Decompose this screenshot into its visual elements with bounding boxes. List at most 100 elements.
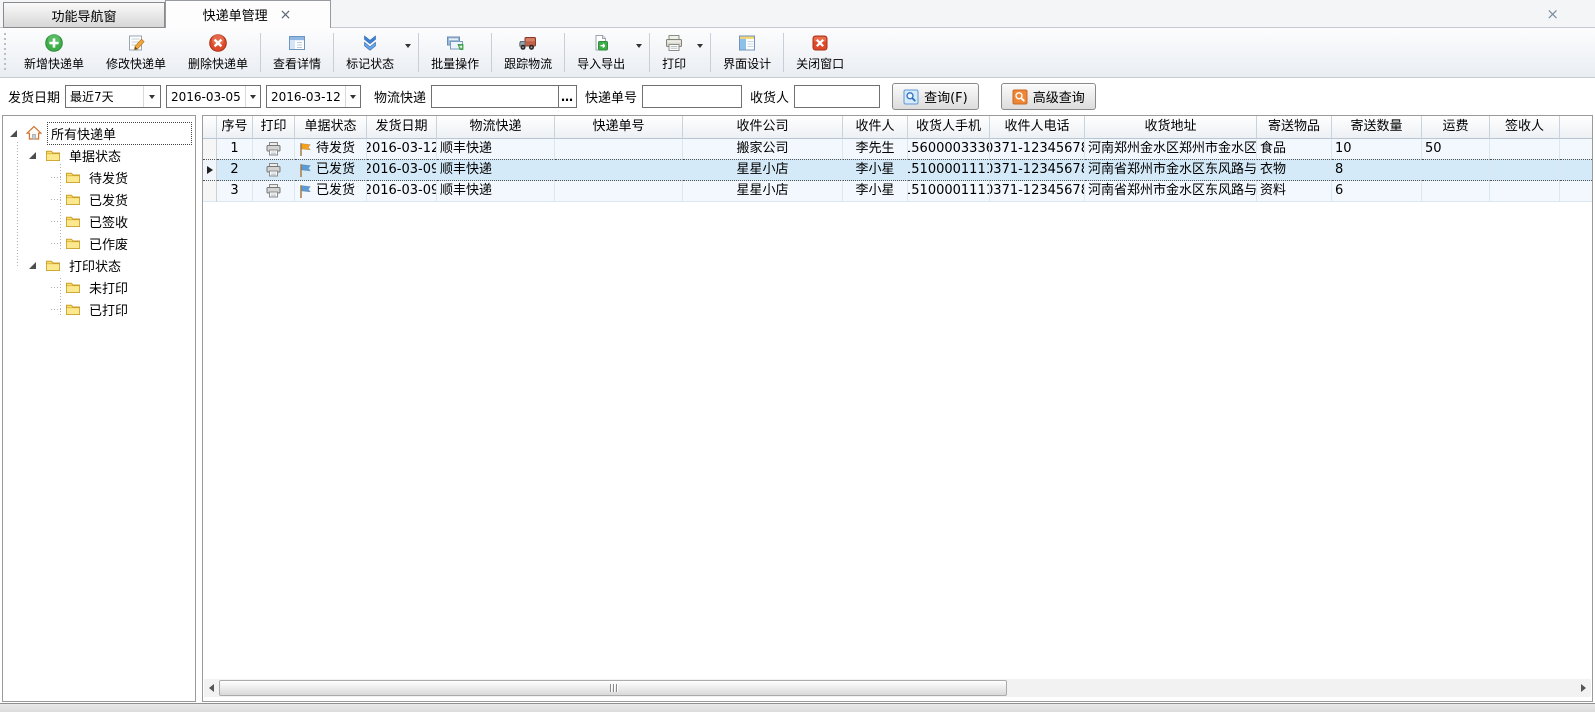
tree-node-signed[interactable]: 已签收 — [3, 210, 195, 232]
scrollbar-thumb[interactable] — [219, 680, 1007, 696]
col-header-qty[interactable]: 寄送数量 — [1332, 116, 1422, 139]
col-header-seq[interactable]: 序号 — [217, 116, 253, 139]
tree-node-not-printed[interactable]: 未打印 — [3, 276, 195, 298]
printer-icon — [266, 184, 281, 198]
tree-node-pending-ship[interactable]: 待发货 — [3, 166, 195, 188]
search-button[interactable]: 查询(F) — [892, 83, 979, 110]
combo-dropdown-button[interactable] — [143, 86, 160, 107]
view-details-button[interactable]: 查看详情 — [262, 28, 332, 77]
cell-print[interactable] — [253, 139, 295, 160]
table-row-selected[interactable]: 2 已发货 2016-03-09 顺丰快递 星星小店 李小星 151000011… — [203, 159, 1592, 181]
selected-row-arrow-icon — [207, 166, 213, 174]
col-header-status[interactable]: 单据状态 — [295, 116, 367, 139]
expand-arrow-icon[interactable] — [10, 130, 17, 137]
date-range-combo[interactable]: 最近7天 — [65, 85, 161, 108]
cell-print[interactable] — [253, 181, 295, 202]
combo-dropdown-button[interactable] — [345, 86, 360, 107]
col-header-mobile[interactable]: 收货人手机 — [908, 116, 990, 139]
search-icon — [903, 89, 919, 105]
expand-arrow-icon[interactable] — [29, 152, 36, 159]
tree-node-all-orders[interactable]: 所有快递单 — [3, 122, 195, 144]
cell-item: 食品 — [1257, 139, 1332, 160]
tree-node-printed[interactable]: 已打印 — [3, 298, 195, 320]
tree-node-label: 已发货 — [86, 189, 131, 210]
col-header-phone[interactable]: 收件人电话 — [990, 116, 1085, 139]
tabstrip-close-icon[interactable]: × — [1546, 5, 1559, 23]
folder-icon — [45, 257, 61, 273]
print-button[interactable]: 打印 — [651, 28, 697, 77]
close-window-icon — [810, 33, 830, 53]
col-header-item[interactable]: 寄送物品 — [1257, 116, 1332, 139]
track-logistics-button[interactable]: 跟踪物流 — [493, 28, 563, 77]
status-text: 待发货 — [316, 139, 355, 159]
tab-strip: 功能导航窗 快递单管理 × × — [0, 0, 1595, 28]
scroll-right-button[interactable] — [1576, 679, 1591, 697]
modify-order-button[interactable]: 修改快递单 — [95, 28, 177, 77]
folder-icon — [65, 191, 81, 207]
col-header-print[interactable]: 打印 — [253, 116, 295, 139]
tree-line — [51, 221, 63, 222]
logistics-browse-button[interactable]: … — [559, 85, 577, 108]
table-row[interactable]: 1 待发货 2016-03-12 顺丰快递 搬家公司 李先生 156000033… — [203, 139, 1592, 160]
advanced-search-button[interactable]: 高级查询 — [1001, 83, 1096, 110]
tree-node-shipped[interactable]: 已发货 — [3, 188, 195, 210]
tab-close-icon[interactable]: × — [278, 8, 294, 22]
scroll-left-button[interactable] — [204, 679, 219, 697]
col-header-signer[interactable]: 签收人 — [1490, 116, 1560, 139]
batch-operation-button[interactable]: 批量操作 — [420, 28, 490, 77]
truck-icon — [518, 33, 538, 53]
cell-partial — [1560, 181, 1592, 202]
button-label: 批量操作 — [431, 55, 479, 72]
tree-node-print-status[interactable]: 打印状态 — [3, 254, 195, 276]
cell-ship-date: 2016-03-09 — [367, 159, 437, 181]
tab-nav-window[interactable]: 功能导航窗 — [3, 2, 165, 28]
combo-dropdown-button[interactable] — [245, 86, 260, 107]
import-export-button[interactable]: 导入导出 — [566, 28, 636, 77]
col-header-tracking-no[interactable]: 快递单号 — [555, 116, 683, 139]
date-to-value: 2016-03-12 — [267, 90, 345, 104]
add-order-button[interactable]: 新增快递单 — [13, 28, 95, 77]
cell-mobile: 15600003336 — [908, 139, 990, 160]
col-header-company[interactable]: 收件公司 — [683, 116, 843, 139]
col-header-ship-date[interactable]: 发货日期 — [367, 116, 437, 139]
col-header-fee[interactable]: 运费 — [1422, 116, 1490, 139]
cell-phone: 0371-12345678 — [990, 159, 1085, 181]
ui-design-button[interactable]: 界面设计 — [712, 28, 782, 77]
expand-arrow-icon[interactable] — [29, 262, 36, 269]
advanced-search-icon — [1012, 89, 1028, 105]
cell-mobile: 15100001111 — [908, 159, 990, 181]
col-header-address[interactable]: 收货地址 — [1085, 116, 1257, 139]
toolbar-grip[interactable] — [3, 33, 10, 72]
date-to-combo[interactable]: 2016-03-12 — [266, 85, 361, 108]
dropdown-arrow-icon — [636, 44, 642, 48]
tree-node-label: 待发货 — [86, 167, 131, 188]
tracking-no-input[interactable] — [642, 85, 742, 108]
thumb-grip — [610, 684, 611, 692]
import-export-dropdown[interactable] — [636, 28, 648, 77]
tree-node-voided[interactable]: 已作废 — [3, 232, 195, 254]
cell-signer — [1490, 139, 1560, 160]
date-from-combo[interactable]: 2016-03-05 — [166, 85, 261, 108]
cell-partial — [1560, 159, 1592, 181]
home-icon — [26, 125, 42, 141]
mark-status-button[interactable]: 标记状态 — [335, 28, 405, 77]
row-indicator — [203, 159, 217, 181]
mark-status-dropdown[interactable] — [405, 28, 417, 77]
horizontal-scrollbar[interactable] — [204, 679, 1591, 697]
receiver-input[interactable] — [794, 85, 880, 108]
delete-order-button[interactable]: 删除快递单 — [177, 28, 259, 77]
receiver-label: 收货人 — [750, 87, 789, 106]
tree-node-order-status[interactable]: 单据状态 — [3, 144, 195, 166]
col-header-logistics[interactable]: 物流快递 — [437, 116, 555, 139]
logistics-input[interactable] — [431, 85, 559, 108]
close-window-button[interactable]: 关闭窗口 — [785, 28, 855, 77]
scrollbar-track[interactable] — [219, 679, 1576, 697]
cell-print[interactable] — [253, 159, 295, 181]
folder-icon — [65, 301, 81, 317]
print-dropdown[interactable] — [697, 28, 709, 77]
tab-express-manage[interactable]: 快递单管理 × — [165, 0, 331, 28]
table-row[interactable]: 3 已发货 2016-03-09 顺丰快递 星星小店 李小星 151000011… — [203, 181, 1592, 202]
tree-node-label: 所有快递单 — [47, 122, 192, 145]
col-header-receiver[interactable]: 收件人 — [843, 116, 908, 139]
dropdown-arrow-icon — [350, 95, 356, 99]
